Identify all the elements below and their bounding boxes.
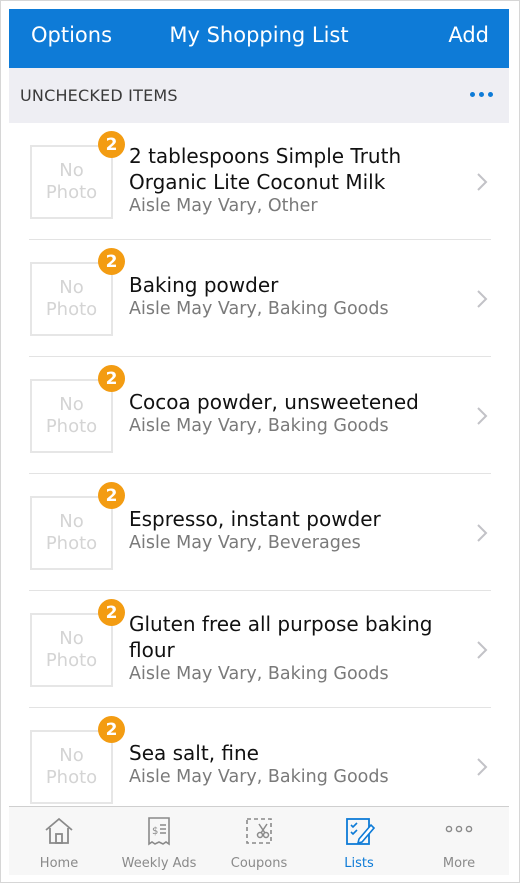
- tab-weekly-ads[interactable]: $ Weekly Ads: [109, 807, 209, 875]
- chevron-right-icon: [477, 758, 488, 776]
- screenshot-frame: Options My Shopping List Add UNCHECKED I…: [0, 0, 520, 883]
- chevron-right-icon: [477, 407, 488, 425]
- home-icon: [45, 817, 73, 844]
- placeholder-line: Photo: [45, 182, 98, 203]
- tab-bar: Home $ Weekly Ads Coupons Lists More: [9, 806, 509, 875]
- list-item[interactable]: No Photo 2 Gluten free all purpose baking fl…: [9, 591, 509, 708]
- section-header: UNCHECKED ITEMS: [9, 68, 509, 123]
- section-title: UNCHECKED ITEMS: [20, 86, 178, 105]
- tab-label: More: [442, 856, 476, 871]
- list-item[interactable]: No Photo 2 Baking powder Aisle May Vary, Bak…: [9, 240, 509, 357]
- placeholder-line: Photo: [45, 650, 98, 671]
- placeholder-line: No: [59, 394, 84, 415]
- no-photo-placeholder: No Photo: [30, 613, 113, 687]
- weekly-ads-icon: $: [148, 817, 170, 846]
- item-name: Sea salt, fine: [129, 740, 469, 766]
- placeholder-line: Photo: [45, 299, 98, 320]
- item-name: Espresso, instant powder: [129, 506, 469, 532]
- tab-label: Home: [39, 856, 79, 871]
- chevron-right-icon: [477, 641, 488, 659]
- checklist-icon: [346, 818, 375, 845]
- item-name: Baking powder: [129, 272, 469, 298]
- coupon-scissors-icon: [246, 818, 272, 844]
- item-name-line: Gluten free all purpose baking: [129, 612, 433, 636]
- item-detail: Aisle May Vary, Baking Goods: [129, 416, 389, 436]
- tab-lists[interactable]: Lists: [309, 807, 409, 875]
- app-screen: Options My Shopping List Add UNCHECKED I…: [9, 9, 509, 875]
- item-detail: Aisle May Vary, Baking Goods: [129, 664, 389, 684]
- no-photo-placeholder: No Photo: [30, 730, 113, 804]
- quantity-badge: 2: [98, 482, 125, 509]
- ellipsis-icon[interactable]: [469, 84, 495, 104]
- item-detail: Aisle May Vary, Baking Goods: [129, 767, 389, 787]
- item-detail: Aisle May Vary, Other: [129, 196, 318, 216]
- more-dots-icon: [445, 825, 473, 833]
- quantity-badge: 2: [98, 131, 125, 158]
- add-button[interactable]: Add: [448, 23, 489, 47]
- no-photo-placeholder: No Photo: [30, 145, 113, 219]
- item-name-line: Espresso, instant powder: [129, 507, 381, 531]
- chevron-right-icon: [477, 173, 488, 191]
- quantity-badge: 2: [98, 599, 125, 626]
- list-item[interactable]: No Photo 2 2 tablespoons Simple Truth Organi…: [9, 123, 509, 240]
- item-name-line: flour: [129, 638, 175, 662]
- svg-text:$: $: [152, 826, 158, 837]
- item-name-line: 2 tablespoons Simple Truth: [129, 144, 402, 168]
- tab-more[interactable]: More: [409, 807, 509, 875]
- quantity-badge: 2: [98, 248, 125, 275]
- placeholder-line: Photo: [45, 767, 98, 788]
- item-name: Cocoa powder, unsweetened: [129, 389, 469, 415]
- no-photo-placeholder: No Photo: [30, 379, 113, 453]
- placeholder-line: No: [59, 628, 84, 649]
- tab-label: Coupons: [230, 856, 288, 871]
- quantity-badge: 2: [98, 716, 125, 743]
- item-name-line: Sea salt, fine: [129, 741, 259, 765]
- navigation-bar: Options My Shopping List Add: [9, 9, 509, 68]
- placeholder-line: No: [59, 277, 84, 298]
- tab-coupons[interactable]: Coupons: [209, 807, 309, 875]
- tab-label: Weekly Ads: [121, 856, 197, 871]
- item-name-line: Baking powder: [129, 273, 279, 297]
- options-button[interactable]: Options: [31, 23, 112, 47]
- placeholder-line: No: [59, 160, 84, 181]
- chevron-right-icon: [477, 524, 488, 542]
- item-name: Gluten free all purpose baking flour: [129, 611, 469, 663]
- no-photo-placeholder: No Photo: [30, 262, 113, 336]
- item-name: 2 tablespoons Simple Truth Organic Lite C…: [129, 143, 469, 195]
- placeholder-line: Photo: [45, 533, 98, 554]
- placeholder-line: No: [59, 745, 84, 766]
- item-detail: Aisle May Vary, Baking Goods: [129, 299, 389, 319]
- tab-label: Lists: [344, 856, 374, 871]
- placeholder-line: Photo: [45, 416, 98, 437]
- no-photo-placeholder: No Photo: [30, 496, 113, 570]
- quantity-badge: 2: [98, 365, 125, 392]
- placeholder-line: No: [59, 511, 84, 532]
- list-item[interactable]: No Photo 2 Espresso, instant powder Aisle Ma…: [9, 474, 509, 591]
- list-item[interactable]: No Photo 2 Cocoa powder, unsweetened Aisle M…: [9, 357, 509, 474]
- item-name-line: Cocoa powder, unsweetened: [129, 390, 419, 414]
- chevron-right-icon: [477, 290, 488, 308]
- item-detail: Aisle May Vary, Beverages: [129, 533, 361, 553]
- tab-home[interactable]: Home: [9, 807, 109, 875]
- item-name-line: Organic Lite Coconut Milk: [129, 170, 386, 194]
